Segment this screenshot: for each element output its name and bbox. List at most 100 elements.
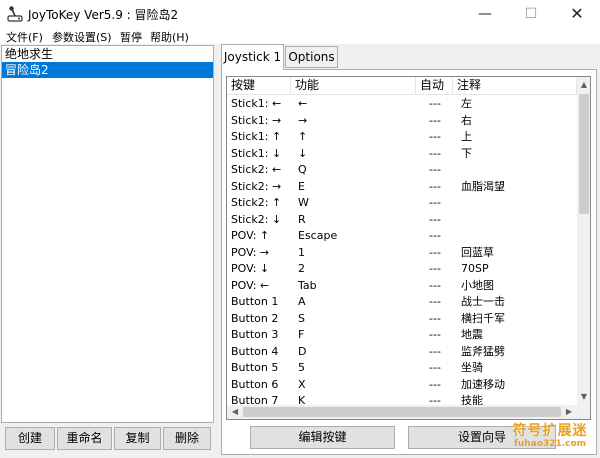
table-row[interactable]: Stick2: → E --- 血脂渴望 [227, 179, 577, 196]
cell-function: Q [298, 163, 307, 176]
header-function[interactable]: 功能 [291, 77, 416, 95]
minimize-button[interactable]: — [462, 0, 508, 28]
table-row[interactable]: Stick1: → → --- 右 [227, 113, 577, 130]
cell-function: 1 [298, 245, 305, 259]
table-row[interactable]: Stick2: ↑ W --- [227, 195, 577, 212]
edit-keys-button[interactable]: 编辑按键 [250, 426, 395, 449]
copy-button[interactable]: 复制 [114, 427, 161, 450]
header-note[interactable]: 注释 [453, 77, 577, 95]
menu-settings[interactable]: 参数设置(S) [52, 29, 112, 45]
cell-key: POV: ↑ [231, 229, 270, 242]
menu-file[interactable]: 文件(F) [6, 29, 43, 45]
table-header: 按键 功能 自动 注释 [227, 77, 577, 95]
scroll-up-icon[interactable]: ▲ [577, 78, 590, 92]
menu-pause[interactable]: 暂停 [120, 29, 142, 45]
table-row[interactable]: Stick2: ↓ R --- [227, 212, 577, 229]
cell-auto: --- [429, 328, 441, 341]
cell-function: X [298, 377, 306, 391]
cell-auto: --- [429, 179, 441, 193]
scroll-right-icon[interactable]: ▶ [562, 405, 576, 419]
cell-key: Button 6 [231, 377, 279, 391]
cell-auto: --- [429, 113, 441, 127]
profile-item-selected[interactable]: 冒险岛2 [2, 62, 213, 78]
cell-key: Button 3 [231, 328, 279, 341]
cell-function: W [298, 196, 309, 209]
table-row[interactable]: POV: ↑ Escape --- [227, 228, 577, 245]
table-row[interactable]: Button 4 D --- 监斧猛劈 [227, 344, 577, 361]
cell-key: Stick1: ← [231, 97, 282, 110]
cell-key: Button 2 [231, 311, 279, 325]
create-button[interactable]: 创建 [5, 427, 55, 450]
cell-function: E [298, 179, 305, 193]
table-row[interactable]: Button 2 S --- 横扫千军 [227, 311, 577, 328]
window-title: JoyToKey Ver5.9 : 冒险岛2 [28, 8, 179, 22]
cell-function: Tab [298, 278, 317, 292]
cell-note: 回蓝草 [461, 245, 494, 259]
table-row[interactable]: Button 1 A --- 战士一击 [227, 294, 577, 311]
watermark-text: 符号扩展迷 [512, 423, 588, 439]
table-row[interactable]: POV: ↓ 2 --- 70SP [227, 261, 577, 278]
title-bar: JoyToKey Ver5.9 : 冒险岛2 — ☐ ✕ [0, 0, 600, 28]
scroll-down-icon[interactable]: ▼ [577, 390, 590, 404]
cell-key: Stick2: → [231, 179, 282, 193]
scrollbar-corner [577, 405, 590, 419]
cell-auto: --- [429, 377, 441, 391]
scroll-left-icon[interactable]: ◀ [228, 405, 242, 419]
cell-key: Stick2: ← [231, 163, 282, 176]
delete-button[interactable]: 删除 [163, 427, 211, 450]
cell-auto: --- [429, 163, 441, 176]
cell-auto: --- [429, 394, 441, 405]
maximize-button[interactable]: ☐ [508, 0, 554, 28]
cell-note: 横扫千军 [461, 311, 505, 325]
cell-auto: --- [429, 361, 441, 374]
cell-function: → [298, 113, 308, 127]
table-row[interactable]: Stick1: ↓ ↓ --- 下 [227, 146, 577, 163]
profile-list[interactable]: 绝地求生 冒险岛2 [1, 45, 214, 423]
menu-help[interactable]: 帮助(H) [150, 29, 189, 45]
tab-options[interactable]: Options [285, 46, 338, 68]
horizontal-scroll-thumb[interactable] [243, 407, 561, 417]
profile-item[interactable]: 绝地求生 [2, 46, 213, 62]
cell-function: F [298, 328, 305, 341]
watermark-url: fuhao321.com [513, 439, 587, 449]
cell-function: A [298, 295, 306, 308]
joystick-app-icon [7, 6, 23, 22]
table-row[interactable]: Stick2: ← Q --- [227, 162, 577, 179]
table-row[interactable]: Stick1: ↑ ↑ --- 上 [227, 129, 577, 146]
cell-key: POV: ← [231, 278, 270, 292]
table-body: Stick1: ← ← --- 左 Stick1: → → --- 右 Stick1: ↑ ↑ --… [227, 96, 577, 405]
vertical-scrollbar[interactable]: ▲ ▼ [577, 77, 590, 405]
key-mapping-table: 按键 功能 自动 注释 Stick1: ← ← --- 左 Stick1: → → --- 右… [226, 76, 591, 420]
cell-auto: --- [429, 344, 441, 358]
cell-key: Stick1: → [231, 113, 282, 127]
cell-note: 下 [461, 146, 472, 160]
cell-key: Button 4 [231, 344, 279, 358]
cell-function: S [298, 311, 305, 325]
cell-auto: --- [429, 146, 441, 160]
header-key[interactable]: 按键 [227, 77, 291, 95]
table-row[interactable]: POV: → 1 --- 回蓝草 [227, 245, 577, 262]
cell-function: 5 [298, 361, 305, 374]
cell-note: 左 [461, 97, 472, 110]
cell-auto: --- [429, 295, 441, 308]
header-auto[interactable]: 自动 [416, 77, 453, 95]
table-row[interactable]: POV: ← Tab --- 小地图 [227, 278, 577, 295]
tab-joystick-1[interactable]: Joystick 1 [221, 44, 284, 70]
rename-button[interactable]: 重命名 [57, 427, 112, 450]
cell-key: Button 5 [231, 361, 279, 374]
table-row[interactable]: Button 6 X --- 加速移动 [227, 377, 577, 394]
table-row[interactable]: Button 3 F --- 地震 [227, 327, 577, 344]
table-row[interactable]: Button 7 K --- 技能 [227, 393, 577, 405]
site-watermark: 符号扩展迷 fuhao321.com [502, 420, 598, 449]
cell-function: ↑ [298, 130, 308, 143]
cell-function: D [298, 344, 307, 358]
table-row[interactable]: Button 5 5 --- 坐骑 [227, 360, 577, 377]
cell-key: Button 1 [231, 295, 279, 308]
cell-auto: --- [429, 97, 441, 110]
cell-auto: --- [429, 212, 441, 226]
vertical-scroll-thumb[interactable] [579, 94, 589, 214]
cell-key: Stick2: ↑ [231, 196, 282, 209]
close-button[interactable]: ✕ [554, 0, 600, 28]
table-row[interactable]: Stick1: ← ← --- 左 [227, 96, 577, 113]
horizontal-scrollbar[interactable]: ◀ ▶ [227, 405, 577, 419]
